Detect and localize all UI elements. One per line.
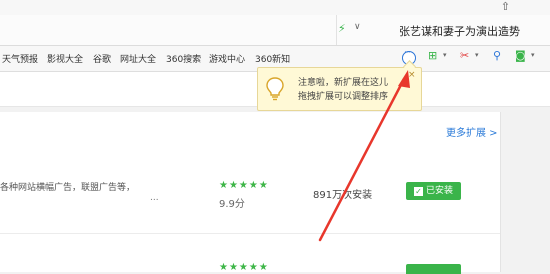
extension-tooltip: 注意啦，新扩展在这儿 拖拽扩展可以调整排序 × [257, 60, 422, 111]
gamepad-icon[interactable]: ◙ [515, 49, 526, 62]
lightning-icon[interactable]: ⚡ [338, 22, 346, 35]
chevron-down-icon[interactable]: ∨ [354, 22, 361, 32]
bookmark-games[interactable]: 游戏中心 [209, 52, 245, 65]
bookmark-sites[interactable]: 网址大全 [120, 52, 156, 65]
bookmark-360search[interactable]: 360搜索 [166, 52, 201, 65]
title-bar: ⇧ [0, 0, 550, 15]
installed-button[interactable]: ✓ 已安装 [406, 182, 461, 200]
chevron-down-icon[interactable]: ▾ [475, 51, 479, 59]
chevron-down-icon[interactable]: ▾ [443, 51, 447, 59]
rating-stars: ★★★★★ [219, 262, 269, 273]
row-divider [0, 233, 500, 234]
tooltip-line-2: 拖拽扩展可以调整排序 [298, 92, 389, 102]
chevron-down-icon[interactable]: ▾ [531, 51, 535, 59]
cloud-plus-icon[interactable]: ⊞ [428, 49, 437, 62]
close-icon[interactable]: × [408, 70, 416, 80]
more-extensions-link[interactable]: 更多扩展 > [446, 124, 498, 139]
lightbulb-icon [266, 77, 284, 101]
check-icon: ✓ [413, 187, 423, 196]
search-icon[interactable]: ⚲ [493, 49, 501, 62]
installed-label: 已安装 [425, 186, 453, 196]
scissors-icon[interactable]: ✂ [460, 49, 469, 62]
bookmark-weather[interactable]: 天气预报 [2, 52, 38, 65]
pin-icon[interactable]: ⇧ [501, 0, 510, 13]
bookmark-video[interactable]: 影视大全 [47, 52, 83, 65]
hot-search-text[interactable]: 张艺谋和妻子为演出造势 [399, 23, 520, 39]
rating-score: 9.9分 [219, 199, 245, 210]
rating-stars: ★★★★★ [219, 180, 269, 191]
bookmark-google[interactable]: 谷歌 [93, 52, 111, 65]
install-count: 891万次安装 [313, 190, 373, 201]
install-button[interactable] [406, 264, 461, 274]
tooltip-line-1: 注意啦，新扩展在这儿 [298, 78, 389, 88]
bookmark-360xinzhi[interactable]: 360新知 [255, 52, 290, 65]
more-dots[interactable]: ... [150, 193, 159, 203]
extension-description: 各种网站横幅广告，联盟广告等， [0, 183, 136, 193]
